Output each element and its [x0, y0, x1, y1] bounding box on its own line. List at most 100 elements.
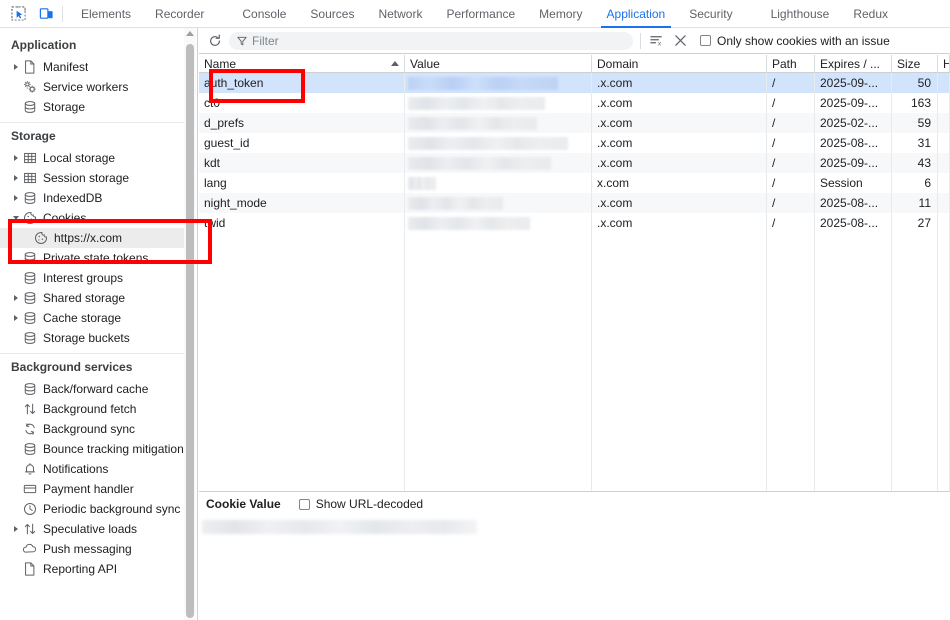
only-issues-checkbox[interactable]	[700, 35, 711, 46]
column-header-domain[interactable]: Domain	[592, 55, 767, 72]
sidebar-item-manifest[interactable]: Manifest	[0, 57, 185, 77]
sidebar-item-back-forward-cache[interactable]: Back/forward cache	[0, 379, 185, 399]
sidebar-item-session-storage[interactable]: Session storage	[0, 168, 185, 188]
sidebar-item-background-fetch[interactable]: Background fetch	[0, 399, 185, 419]
table-icon	[21, 171, 38, 185]
cell-domain: x.com	[592, 173, 767, 193]
sidebar-item-speculative-loads[interactable]: Speculative loads	[0, 519, 185, 539]
sidebar-item-service-workers[interactable]: Service workers	[0, 77, 185, 97]
column-header-path[interactable]: Path	[767, 55, 815, 72]
highlight-box-auth-token-row	[209, 69, 305, 103]
cell-expires: 2025-08-...	[815, 133, 892, 153]
clear-filters-icon[interactable]: x	[646, 31, 666, 51]
url-decoded-checkbox[interactable]	[299, 499, 310, 510]
tab-application[interactable]: Application	[595, 0, 678, 28]
cell-size: 31	[892, 133, 938, 153]
only-issues-checkbox-wrap[interactable]: Only show cookies with an issue	[700, 34, 890, 48]
chevron-right-icon[interactable]	[10, 175, 21, 181]
tab-console[interactable]: Console	[230, 0, 298, 28]
chevron-right-icon[interactable]	[10, 155, 21, 161]
table-row[interactable]: auth_token.x.com/2025-09-...50	[199, 73, 950, 93]
sidebar-item-local-storage[interactable]: Local storage	[0, 148, 185, 168]
sidebar-item-cache-storage[interactable]: Cache storage	[0, 308, 185, 328]
sidebar-item-notifications[interactable]: Notifications	[0, 459, 185, 479]
column-header-h[interactable]: H	[938, 55, 950, 72]
table-row[interactable]: twid.x.com/2025-08-...27	[199, 213, 950, 233]
clock-icon	[21, 502, 38, 516]
sidebar-item-label: Cache storage	[43, 311, 121, 325]
tab-lighthouse[interactable]: Lighthouse	[759, 0, 842, 28]
filter-input[interactable]: Filter	[229, 32, 633, 50]
sidebar-tree: ApplicationManifestService workersStorag…	[0, 28, 185, 620]
table-row[interactable]: night_mode.x.com/2025-08-...11	[199, 193, 950, 213]
chevron-right-icon[interactable]	[10, 526, 21, 532]
column-header-expires[interactable]: Expires / ...	[815, 55, 892, 72]
device-toolbar-icon[interactable]	[36, 4, 56, 24]
application-sidebar: ApplicationManifestService workersStorag…	[0, 28, 198, 620]
cell-value-redacted	[405, 153, 592, 173]
table-row[interactable]: ct0.x.com/2025-09-...163	[199, 93, 950, 113]
sidebar-scrollbar-thumb[interactable]	[186, 44, 194, 618]
cell-size: 11	[892, 193, 938, 213]
cookies-table-body: auth_token.x.com/2025-09-...50ct0.x.com/…	[199, 73, 950, 233]
chevron-right-icon[interactable]	[10, 64, 21, 70]
sidebar-item-background-sync[interactable]: Background sync	[0, 419, 185, 439]
sidebar-item-reporting-api[interactable]: Reporting API	[0, 559, 185, 579]
tab-sources[interactable]: Sources	[298, 0, 366, 28]
tab-memory[interactable]: Memory	[527, 0, 594, 28]
table-row[interactable]: guest_id.x.com/2025-08-...31	[199, 133, 950, 153]
cell-httponly	[938, 193, 950, 213]
sidebar-item-storage[interactable]: Storage	[0, 97, 185, 117]
tab-network[interactable]: Network	[366, 0, 434, 28]
column-header-size[interactable]: Size	[892, 55, 938, 72]
cell-expires: 2025-08-...	[815, 193, 892, 213]
database-icon	[21, 100, 38, 114]
sidebar-group-title: Storage	[0, 123, 185, 148]
redaction-blur	[408, 77, 558, 90]
sidebar-item-payment-handler[interactable]: Payment handler	[0, 479, 185, 499]
tab-redux[interactable]: Redux	[841, 0, 900, 28]
table-row[interactable]: langx.com/Session6	[199, 173, 950, 193]
document-icon	[21, 60, 38, 74]
url-decoded-checkbox-wrap[interactable]: Show URL-decoded	[299, 497, 423, 511]
table-icon	[21, 151, 38, 165]
database-icon	[21, 311, 38, 325]
sidebar-scrollbar[interactable]	[184, 28, 196, 620]
chevron-right-icon[interactable]	[10, 195, 21, 201]
sort-ascending-icon	[391, 61, 399, 66]
table-row[interactable]: kdt.x.com/2025-09-...43	[199, 153, 950, 173]
cloud-icon	[21, 542, 38, 556]
tab-performance[interactable]: Performance	[434, 0, 527, 28]
tab-security[interactable]: Security	[677, 0, 744, 28]
sidebar-item-storage-buckets[interactable]: Storage buckets	[0, 328, 185, 348]
sidebar-item-indexeddb[interactable]: IndexedDB	[0, 188, 185, 208]
sidebar-item-interest-groups[interactable]: Interest groups	[0, 268, 185, 288]
cell-expires: 2025-09-...	[815, 93, 892, 113]
redaction-blur	[408, 137, 568, 150]
chevron-right-icon[interactable]	[10, 315, 21, 321]
cell-value-redacted	[405, 93, 592, 113]
refresh-icon[interactable]	[205, 31, 225, 51]
redaction-blur	[408, 117, 537, 130]
chevron-right-icon[interactable]	[10, 295, 21, 301]
sidebar-item-shared-storage[interactable]: Shared storage	[0, 288, 185, 308]
cell-httponly	[938, 213, 950, 233]
cell-domain: .x.com	[592, 153, 767, 173]
sidebar-item-periodic-background-sync[interactable]: Periodic background sync	[0, 499, 185, 519]
tab-elements[interactable]: Elements	[69, 0, 143, 28]
close-x-icon[interactable]	[670, 31, 690, 51]
tab-recorder[interactable]: Recorder	[143, 0, 216, 28]
sidebar-item-push-messaging[interactable]: Push messaging	[0, 539, 185, 559]
inspect-element-icon[interactable]	[8, 4, 28, 24]
cell-path: /	[767, 113, 815, 133]
sidebar-item-bounce-tracking-mitigations[interactable]: Bounce tracking mitigations	[0, 439, 185, 459]
sidebar-item-label: Speculative loads	[43, 522, 137, 536]
sidebar-item-label: Notifications	[43, 462, 108, 476]
scroll-up-arrow-icon[interactable]	[186, 31, 194, 36]
column-header-value[interactable]: Value	[405, 55, 592, 72]
cell-value-redacted	[405, 73, 592, 93]
table-row[interactable]: d_prefs.x.com/2025-02-...59	[199, 113, 950, 133]
cell-domain: .x.com	[592, 93, 767, 113]
cell-expires: Session	[815, 173, 892, 193]
cell-httponly	[938, 153, 950, 173]
